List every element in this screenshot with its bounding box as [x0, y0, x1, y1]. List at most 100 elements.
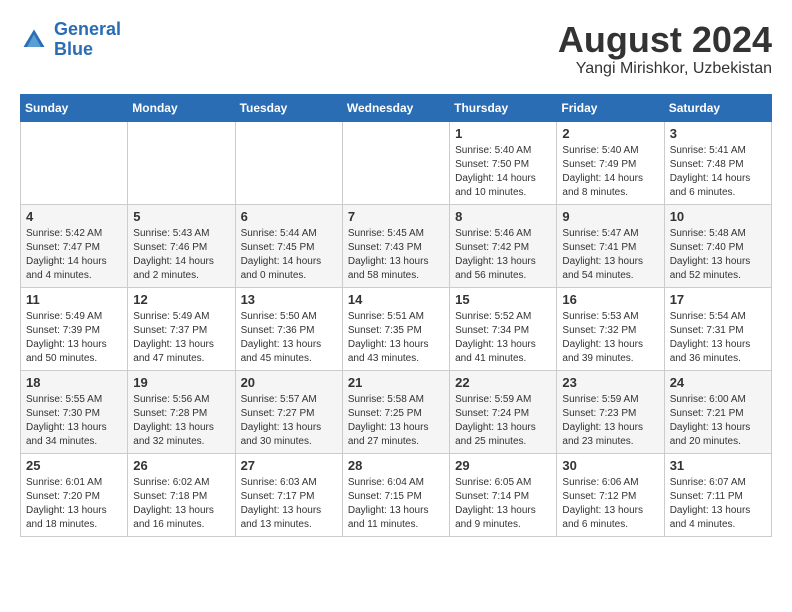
day-cell: 24 Sunrise: 6:00 AM Sunset: 7:21 PM Dayli…	[664, 370, 771, 453]
day-cell	[235, 121, 342, 204]
day-number: 19	[133, 375, 229, 390]
day-number: 20	[241, 375, 337, 390]
day-number: 24	[670, 375, 766, 390]
day-number: 29	[455, 458, 551, 473]
day-cell: 22 Sunrise: 5:59 AM Sunset: 7:24 PM Dayli…	[450, 370, 557, 453]
day-cell: 4 Sunrise: 5:42 AM Sunset: 7:47 PM Daylig…	[21, 204, 128, 287]
day-number: 12	[133, 292, 229, 307]
calendar-table: SundayMondayTuesdayWednesdayThursdayFrid…	[20, 94, 772, 537]
day-number: 26	[133, 458, 229, 473]
day-number: 8	[455, 209, 551, 224]
day-number: 22	[455, 375, 551, 390]
day-info: Sunrise: 5:59 AM Sunset: 7:24 PM Dayligh…	[455, 393, 551, 449]
day-info: Sunrise: 5:47 AM Sunset: 7:41 PM Dayligh…	[562, 227, 658, 283]
day-number: 25	[26, 458, 122, 473]
day-info: Sunrise: 5:50 AM Sunset: 7:36 PM Dayligh…	[241, 310, 337, 366]
day-cell	[128, 121, 235, 204]
day-number: 27	[241, 458, 337, 473]
day-number: 21	[348, 375, 444, 390]
day-number: 16	[562, 292, 658, 307]
day-info: Sunrise: 6:04 AM Sunset: 7:15 PM Dayligh…	[348, 476, 444, 532]
day-info: Sunrise: 5:52 AM Sunset: 7:34 PM Dayligh…	[455, 310, 551, 366]
day-cell: 25Sunrise: 6:01 AM Sunset: 7:20 PM Dayli…	[21, 453, 128, 536]
day-info: Sunrise: 6:02 AM Sunset: 7:18 PM Dayligh…	[133, 476, 229, 532]
day-cell: 16Sunrise: 5:53 AM Sunset: 7:32 PM Dayli…	[557, 287, 664, 370]
day-cell	[21, 121, 128, 204]
day-number: 18	[26, 375, 122, 390]
day-number: 1	[455, 126, 551, 141]
logo-icon	[20, 26, 48, 54]
day-info: Sunrise: 5:49 AM Sunset: 7:39 PM Dayligh…	[26, 310, 122, 366]
week-row-1: 1 Sunrise: 5:40 AM Sunset: 7:50 PM Daylig…	[21, 121, 772, 204]
page-header: GeneralBlue August 2024 Yangi Mirishkor,…	[20, 20, 772, 78]
weekday-header-tuesday: Tuesday	[235, 94, 342, 121]
day-info: Sunrise: 5:56 AM Sunset: 7:28 PM Dayligh…	[133, 393, 229, 449]
day-number: 7	[348, 209, 444, 224]
day-cell: 19 Sunrise: 5:56 AM Sunset: 7:28 PM Dayli…	[128, 370, 235, 453]
day-info: Sunrise: 5:40 AM Sunset: 7:49 PM Dayligh…	[562, 144, 658, 200]
day-cell: 14Sunrise: 5:51 AM Sunset: 7:35 PM Dayli…	[342, 287, 449, 370]
day-info: Sunrise: 5:42 AM Sunset: 7:47 PM Dayligh…	[26, 227, 122, 283]
day-number: 28	[348, 458, 444, 473]
day-info: Sunrise: 6:06 AM Sunset: 7:12 PM Dayligh…	[562, 476, 658, 532]
day-cell: 21 Sunrise: 5:58 AM Sunset: 7:25 PM Dayli…	[342, 370, 449, 453]
week-row-3: 11 Sunrise: 5:49 AM Sunset: 7:39 PM Dayli…	[21, 287, 772, 370]
weekday-header-row: SundayMondayTuesdayWednesdayThursdayFrid…	[21, 94, 772, 121]
day-info: Sunrise: 6:00 AM Sunset: 7:21 PM Dayligh…	[670, 393, 766, 449]
day-info: Sunrise: 5:40 AM Sunset: 7:50 PM Dayligh…	[455, 144, 551, 200]
weekday-header-saturday: Saturday	[664, 94, 771, 121]
logo-text: GeneralBlue	[54, 20, 121, 60]
day-cell: 30Sunrise: 6:06 AM Sunset: 7:12 PM Dayli…	[557, 453, 664, 536]
day-cell: 20Sunrise: 5:57 AM Sunset: 7:27 PM Dayli…	[235, 370, 342, 453]
weekday-header-sunday: Sunday	[21, 94, 128, 121]
day-cell: 18 Sunrise: 5:55 AM Sunset: 7:30 PM Dayli…	[21, 370, 128, 453]
day-info: Sunrise: 5:43 AM Sunset: 7:46 PM Dayligh…	[133, 227, 229, 283]
day-info: Sunrise: 6:03 AM Sunset: 7:17 PM Dayligh…	[241, 476, 337, 532]
day-number: 23	[562, 375, 658, 390]
day-number: 2	[562, 126, 658, 141]
day-number: 5	[133, 209, 229, 224]
day-info: Sunrise: 6:07 AM Sunset: 7:11 PM Dayligh…	[670, 476, 766, 532]
day-cell: 9 Sunrise: 5:47 AM Sunset: 7:41 PM Daylig…	[557, 204, 664, 287]
day-number: 9	[562, 209, 658, 224]
day-number: 6	[241, 209, 337, 224]
day-cell: 2 Sunrise: 5:40 AM Sunset: 7:49 PM Daylig…	[557, 121, 664, 204]
day-cell	[342, 121, 449, 204]
day-info: Sunrise: 5:41 AM Sunset: 7:48 PM Dayligh…	[670, 144, 766, 200]
day-cell: 7 Sunrise: 5:45 AM Sunset: 7:43 PM Daylig…	[342, 204, 449, 287]
weekday-header-monday: Monday	[128, 94, 235, 121]
day-cell: 31 Sunrise: 6:07 AM Sunset: 7:11 PM Dayli…	[664, 453, 771, 536]
weekday-header-wednesday: Wednesday	[342, 94, 449, 121]
day-number: 13	[241, 292, 337, 307]
location: Yangi Mirishkor, Uzbekistan	[558, 60, 772, 78]
title-block: August 2024 Yangi Mirishkor, Uzbekistan	[558, 20, 772, 78]
logo: GeneralBlue	[20, 20, 121, 60]
day-cell: 6Sunrise: 5:44 AM Sunset: 7:45 PM Daylig…	[235, 204, 342, 287]
day-info: Sunrise: 5:54 AM Sunset: 7:31 PM Dayligh…	[670, 310, 766, 366]
day-info: Sunrise: 5:49 AM Sunset: 7:37 PM Dayligh…	[133, 310, 229, 366]
day-number: 15	[455, 292, 551, 307]
day-cell: 15 Sunrise: 5:52 AM Sunset: 7:34 PM Dayli…	[450, 287, 557, 370]
day-info: Sunrise: 5:45 AM Sunset: 7:43 PM Dayligh…	[348, 227, 444, 283]
day-number: 3	[670, 126, 766, 141]
day-number: 14	[348, 292, 444, 307]
day-cell: 11 Sunrise: 5:49 AM Sunset: 7:39 PM Dayli…	[21, 287, 128, 370]
day-number: 31	[670, 458, 766, 473]
day-cell: 8 Sunrise: 5:46 AM Sunset: 7:42 PM Daylig…	[450, 204, 557, 287]
day-number: 17	[670, 292, 766, 307]
day-number: 4	[26, 209, 122, 224]
day-info: Sunrise: 5:58 AM Sunset: 7:25 PM Dayligh…	[348, 393, 444, 449]
day-cell: 27 Sunrise: 6:03 AM Sunset: 7:17 PM Dayli…	[235, 453, 342, 536]
day-info: Sunrise: 5:48 AM Sunset: 7:40 PM Dayligh…	[670, 227, 766, 283]
day-info: Sunrise: 5:46 AM Sunset: 7:42 PM Dayligh…	[455, 227, 551, 283]
week-row-4: 18 Sunrise: 5:55 AM Sunset: 7:30 PM Dayli…	[21, 370, 772, 453]
day-cell: 17 Sunrise: 5:54 AM Sunset: 7:31 PM Dayli…	[664, 287, 771, 370]
day-cell: 5 Sunrise: 5:43 AM Sunset: 7:46 PM Daylig…	[128, 204, 235, 287]
day-cell: 13 Sunrise: 5:50 AM Sunset: 7:36 PM Dayli…	[235, 287, 342, 370]
day-info: Sunrise: 5:55 AM Sunset: 7:30 PM Dayligh…	[26, 393, 122, 449]
day-number: 11	[26, 292, 122, 307]
month-year: August 2024	[558, 20, 772, 60]
day-cell: 28 Sunrise: 6:04 AM Sunset: 7:15 PM Dayli…	[342, 453, 449, 536]
day-cell: 23Sunrise: 5:59 AM Sunset: 7:23 PM Dayli…	[557, 370, 664, 453]
weekday-header-thursday: Thursday	[450, 94, 557, 121]
